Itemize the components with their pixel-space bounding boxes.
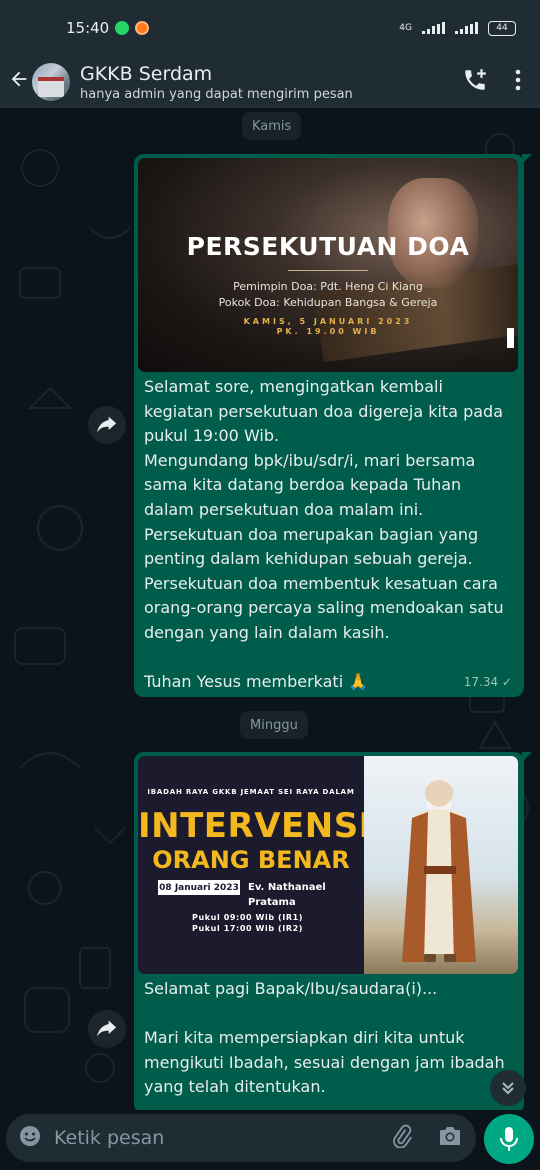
forward-button[interactable] <box>88 406 126 444</box>
header-actions <box>462 67 522 97</box>
battery-icon: 44 <box>488 20 516 36</box>
forward-icon <box>97 1020 117 1037</box>
image-speaker: Ev. Nathanael Pratama <box>248 882 326 908</box>
man-illustration <box>402 775 476 962</box>
network-type: 4G <box>399 23 412 33</box>
image-time-2: Pukul 17:00 Wib (IR2) <box>192 924 304 933</box>
group-info[interactable]: GKKB Serdam hanya admin yang dapat mengi… <box>80 63 353 102</box>
image-date: 08 Januari 2023 <box>158 880 240 895</box>
image-divider <box>288 270 368 271</box>
forward-icon <box>97 416 117 433</box>
message-input-placeholder[interactable]: Ketik pesan <box>54 1127 390 1149</box>
message-input[interactable]: Ketik pesan <box>6 1114 476 1162</box>
chat-area[interactable]: Kamis PERSEKUTUAN DOA Pemimpin Doa: Pdt.… <box>0 108 540 1110</box>
status-time: 15:40 <box>66 19 110 37</box>
message-image-prayer[interactable]: PERSEKUTUAN DOA Pemimpin Doa: Pdt. Heng … <box>138 158 518 372</box>
battery-level: 44 <box>496 23 508 33</box>
group-name: GKKB Serdam <box>80 62 213 85</box>
date-chip-label: Kamis <box>252 118 292 134</box>
signal-icon <box>422 22 445 34</box>
message-text: Selamat pagi Bapak/Ibu/saudara(i)... Mar… <box>144 979 505 1097</box>
message-bubble[interactable]: PERSEKUTUAN DOA Pemimpin Doa: Pdt. Heng … <box>134 154 532 697</box>
image-title: PERSEKUTUAN DOA <box>186 232 470 261</box>
status-bar: 15:40 4G 44 <box>0 0 540 56</box>
message-bubble[interactable]: IBADAH RAYA GKKB JEMAAT SEI RAYA DALAM I… <box>134 752 532 1110</box>
image-time: PK. 19.00 WIB <box>276 327 380 336</box>
date-chip: Minggu <box>240 711 308 739</box>
image-text-panel: IBADAH RAYA GKKB JEMAAT SEI RAYA DALAM I… <box>138 756 372 974</box>
image-header: IBADAH RAYA GKKB JEMAAT SEI RAYA DALAM <box>147 788 355 796</box>
status-right: 4G 44 <box>399 20 516 36</box>
message-image-service[interactable]: IBADAH RAYA GKKB JEMAAT SEI RAYA DALAM I… <box>138 756 518 974</box>
image-topic: Pokok Doa: Kehidupan Bangsa & Gereja <box>218 296 438 309</box>
image-title-1: INTERVENSI <box>138 806 372 846</box>
image-time-1: Pukul 09:00 Wib (IR1) <box>192 913 304 922</box>
add-call-icon[interactable] <box>462 67 488 97</box>
scroll-to-bottom-button[interactable] <box>490 1070 526 1106</box>
whatsapp-notification-icon <box>115 21 130 35</box>
image-title-2: ORANG BENAR <box>152 846 350 874</box>
app-notification-icon <box>135 21 150 35</box>
forward-button[interactable] <box>88 1010 126 1048</box>
chevron-double-down-icon <box>502 1082 514 1095</box>
message-text: Selamat sore, mengingatkan kembali kegia… <box>144 377 504 692</box>
arrow-left-icon[interactable] <box>6 67 32 97</box>
image-edge-mark <box>507 328 514 348</box>
composer-bar: Ketik pesan <box>0 1110 540 1170</box>
status-left: 15:40 <box>66 19 150 37</box>
voice-record-button[interactable] <box>484 1114 534 1164</box>
more-vert-icon[interactable] <box>514 69 522 95</box>
group-avatar[interactable] <box>32 63 70 101</box>
image-leader: Pemimpin Doa: Pdt. Heng Ci Kiang <box>233 280 423 293</box>
mic-icon <box>500 1127 518 1151</box>
signal-icon-2 <box>455 22 478 34</box>
paperclip-icon[interactable] <box>390 1124 414 1152</box>
image-date: KAMIS, 5 JANUARI 2023 <box>243 317 413 326</box>
camera-icon[interactable] <box>438 1125 462 1151</box>
group-subtitle: hanya admin yang dapat mengirim pesan <box>80 86 353 102</box>
image-illustration-panel <box>364 756 518 974</box>
date-chip-label: Minggu <box>250 717 298 733</box>
date-chip: Kamis <box>242 112 302 140</box>
chat-header: GKKB Serdam hanya admin yang dapat mengi… <box>0 56 540 108</box>
emoji-icon[interactable] <box>18 1124 42 1152</box>
